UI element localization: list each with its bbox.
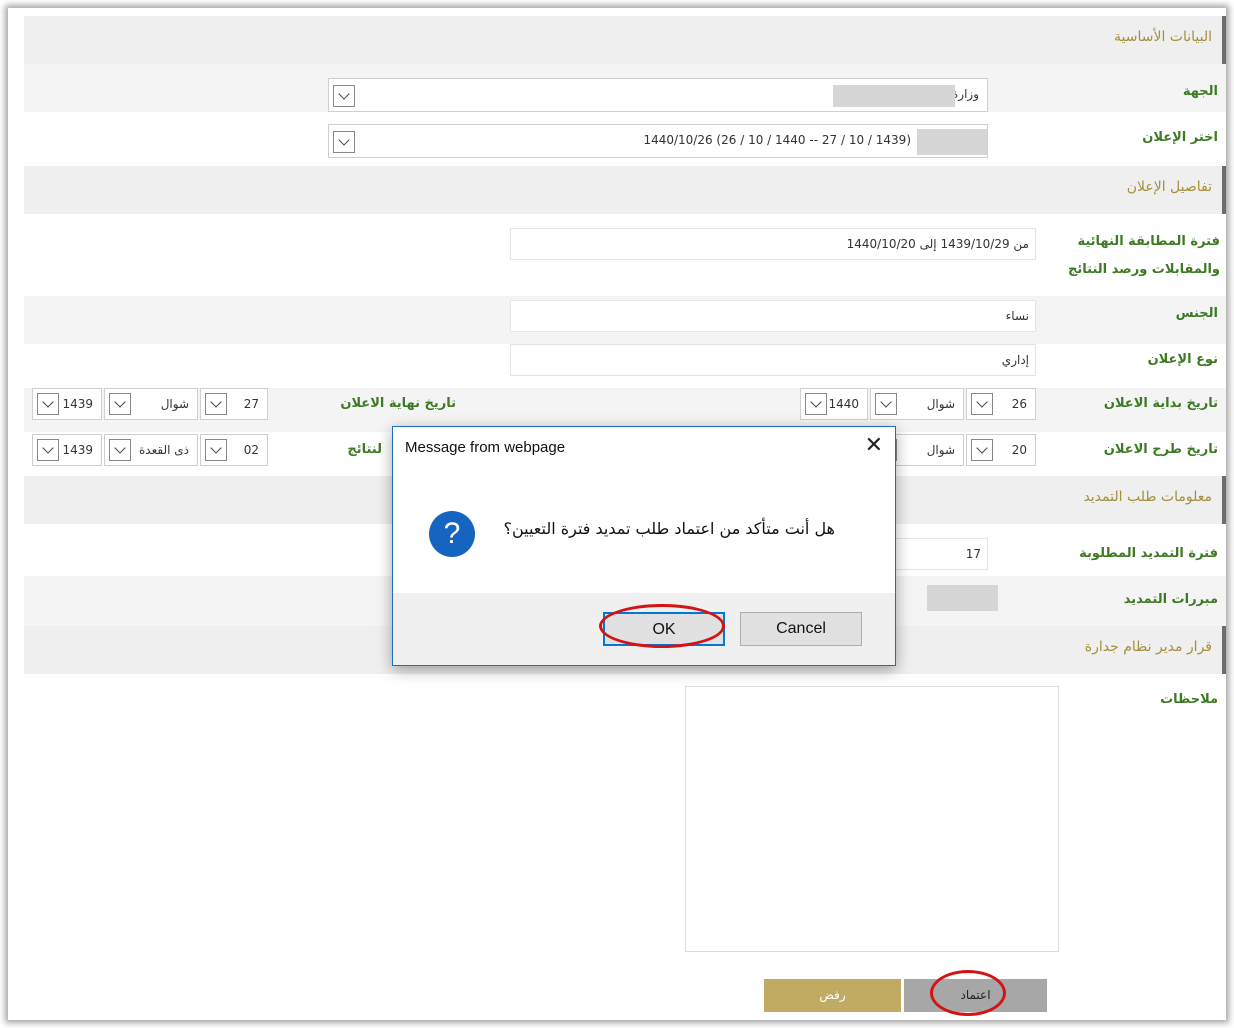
end-month-value: شوال <box>160 397 189 411</box>
type-field: إداري <box>510 344 1036 376</box>
entity-label: الجهة <box>1182 84 1218 99</box>
start-year-select[interactable]: 1440 <box>800 388 868 420</box>
ok-highlight-ring <box>599 604 725 648</box>
question-icon: ? <box>429 511 475 557</box>
entity-value: وزارة <box>951 87 979 101</box>
start-label: تاريخ بداية الاعلان <box>1103 396 1218 411</box>
dialog-title: Message from webpage <box>405 439 566 456</box>
chevron-down-icon[interactable] <box>205 393 227 415</box>
start-day-select[interactable]: 26 <box>966 388 1036 420</box>
results-day-value: 02 <box>243 443 259 457</box>
results-month-value: ذى القعدة <box>139 443 189 457</box>
period-field: من 1439/10/29 إلى 1440/10/20 <box>510 228 1036 260</box>
results-year-select[interactable]: 1439 <box>32 434 102 466</box>
gender-field: نساء <box>510 300 1036 332</box>
end-year-value: 1439 <box>62 397 93 411</box>
chevron-down-icon[interactable] <box>109 393 131 415</box>
ext-period-field[interactable]: 17 <box>886 538 988 570</box>
cancel-button[interactable]: Cancel <box>740 612 862 646</box>
results-month-select[interactable]: ذى القعدة <box>104 434 198 466</box>
reasons-label: مبررات التمديد <box>1123 592 1218 607</box>
chevron-down-icon[interactable] <box>971 393 993 415</box>
start-month-select[interactable]: شوال <box>870 388 964 420</box>
gender-label: الجنس <box>1175 306 1218 321</box>
end-month-select[interactable]: شوال <box>104 388 198 420</box>
end-day-value: 27 <box>243 397 259 411</box>
results-day-select[interactable]: 02 <box>200 434 268 466</box>
chevron-down-icon[interactable] <box>333 85 355 107</box>
gender-value: نساء <box>1005 309 1029 323</box>
page-frame: البيانات الأساسية الجهة وزارة اختر الإعل… <box>8 8 1226 1020</box>
end-year-select[interactable]: 1439 <box>32 388 102 420</box>
chevron-down-icon[interactable] <box>805 393 827 415</box>
ad-label: اختر الإعلان <box>1142 130 1218 145</box>
section-details: تفاصيل الإعلان <box>24 166 1226 214</box>
results-year-value: 1439 <box>62 443 93 457</box>
section-basic-title: البيانات الأساسية <box>1114 29 1212 45</box>
end-label: تاريخ نهاية الاعلان <box>340 396 456 411</box>
section-basic: البيانات الأساسية <box>24 16 1226 64</box>
close-icon[interactable]: ✕ <box>865 435 883 457</box>
period-label: فترة المطابقة النهائية والمقابلات ورصد ا… <box>1068 234 1220 277</box>
redacted-block <box>927 585 998 611</box>
post-day-value: 20 <box>1011 443 1027 457</box>
start-month-value: شوال <box>926 397 955 411</box>
redacted-block <box>917 129 987 155</box>
chevron-down-icon[interactable] <box>875 393 897 415</box>
start-year-value: 1440 <box>828 397 859 411</box>
section-details-title: تفاصيل الإعلان <box>1126 179 1212 195</box>
section-decision-title: قرار مدير نظام جدارة <box>1084 639 1212 655</box>
post-month-value: شوال <box>926 443 955 457</box>
ext-period-value: 17 <box>965 547 981 561</box>
post-day-select[interactable]: 20 <box>966 434 1036 466</box>
section-extension-title: معلومات طلب التمديد <box>1083 489 1212 505</box>
redacted-block <box>833 85 955 107</box>
ad-select[interactable]: (1439 / 10 / 27 -- 1440 / 10 / 26) 1440/… <box>328 124 988 158</box>
chevron-down-icon[interactable] <box>37 439 59 461</box>
notes-textarea[interactable] <box>685 686 1059 952</box>
dialog-message: هل أنت متأكد من اعتماد طلب تمديد فترة ال… <box>503 519 835 538</box>
chevron-down-icon[interactable] <box>971 439 993 461</box>
approve-highlight-ring <box>930 970 1006 1016</box>
ext-period-label: فترة التمديد المطلوبة <box>1079 546 1218 561</box>
notes-label: ملاحظات <box>1160 692 1218 707</box>
reject-button[interactable]: رفض <box>764 979 901 1012</box>
chevron-down-icon[interactable] <box>333 131 355 153</box>
type-value: إداري <box>1001 353 1029 367</box>
ad-value: (1439 / 10 / 27 -- 1440 / 10 / 26) 1440/… <box>643 133 911 147</box>
entity-select[interactable]: وزارة <box>328 78 988 112</box>
end-day-select[interactable]: 27 <box>200 388 268 420</box>
post-label: تاريخ طرح الاعلان <box>1103 442 1218 457</box>
chevron-down-icon[interactable] <box>37 393 59 415</box>
chevron-down-icon[interactable] <box>109 439 131 461</box>
results-label: لنتائج <box>347 442 382 457</box>
start-day-value: 26 <box>1011 397 1027 411</box>
period-value: من 1439/10/29 إلى 1440/10/20 <box>846 237 1029 251</box>
chevron-down-icon[interactable] <box>205 439 227 461</box>
type-label: نوع الإعلان <box>1147 352 1218 367</box>
